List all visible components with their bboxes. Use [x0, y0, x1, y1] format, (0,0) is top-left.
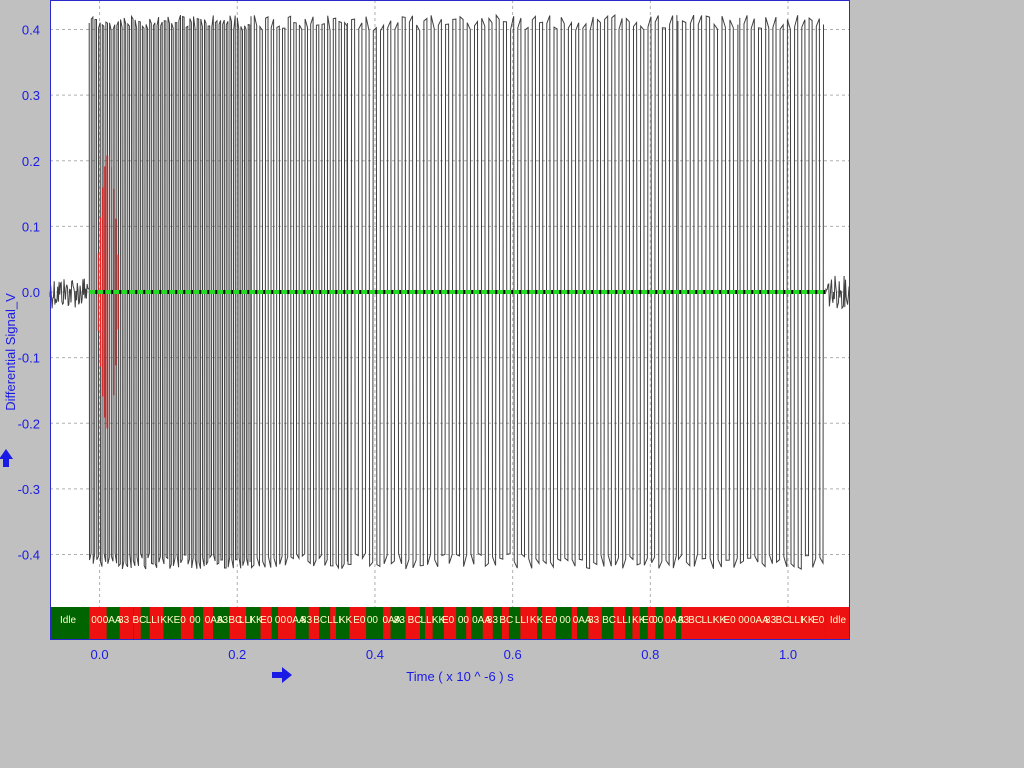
- decode-fragment: E0: [724, 615, 737, 626]
- x-tick-label: 0.6: [504, 647, 522, 662]
- decode-idle-end: Idle: [830, 615, 847, 626]
- decode-fragment: E0: [353, 615, 366, 626]
- decode-fragment: LLI: [146, 615, 160, 626]
- up-arrow-icon[interactable]: [0, 449, 13, 467]
- decode-fragment: BC: [408, 615, 422, 626]
- y-tick-label: 0.4: [22, 23, 40, 38]
- x-tick-label: 0.2: [228, 647, 246, 662]
- y-tick-label: 0.3: [22, 88, 40, 103]
- y-tick-labels: 0.4 0.3 0.2 0.1 0.0 -0.1 -0.2 -0.3 -0.4: [18, 23, 40, 563]
- y-tick-label: -0.1: [18, 351, 40, 366]
- decode-fragment: KK: [339, 615, 353, 626]
- decode-fragment: E0: [174, 615, 187, 626]
- y-tick-label: 0.0: [22, 285, 40, 300]
- decode-idle-start: Idle: [60, 615, 77, 626]
- decode-bar: 00 0AA83 BC LLI KK E0 00 0AA83 BCLLIKKE0 00 0AA83 B…: [50, 607, 850, 640]
- decode-fragment: 83: [588, 615, 600, 626]
- decode-fragment: BC: [688, 615, 702, 626]
- decode-fragment: BC: [499, 615, 513, 626]
- decode-fragment: KK: [530, 615, 544, 626]
- decode-fragment: BC: [132, 615, 146, 626]
- decode-fragment: 83: [217, 615, 229, 626]
- x-tick-labels: 0.0 0.2 0.4 0.6 0.8 1.0: [91, 647, 798, 662]
- decode-fragment: 83: [394, 615, 406, 626]
- decode-fragment: 83: [487, 615, 499, 626]
- x-tick-label: 1.0: [779, 647, 797, 662]
- x-axis-title: Time ( x 10 ^ -6 ) s: [406, 669, 514, 684]
- y-tick-label: 0.1: [22, 219, 40, 234]
- decode-fragment: 83: [301, 615, 313, 626]
- y-tick-label: -0.2: [18, 416, 40, 431]
- decode-fragment: 00: [91, 615, 103, 626]
- x-tick-label: 0.4: [366, 647, 384, 662]
- decode-fragment: 00: [367, 615, 379, 626]
- signal-chart: 00 0AA83 BC LLI KK E0 00 0AA83 BCLLIKKE0 00 0AA83 B…: [0, 0, 851, 684]
- y-axis-title: Differential Signal_V: [3, 293, 18, 411]
- decode-fragment: 00: [189, 615, 201, 626]
- decode-fragment: 83: [118, 615, 130, 626]
- decode-fragment: LLI: [617, 615, 631, 626]
- y-tick-label: 0.2: [22, 154, 40, 169]
- y-tick-label: -0.3: [18, 482, 40, 497]
- decode-fragment: LLI: [515, 615, 529, 626]
- y-tick-label: -0.4: [18, 548, 40, 563]
- decode-fragment: E0: [812, 615, 825, 626]
- decode-fragment: 00: [560, 615, 572, 626]
- decode-fragment: 00: [458, 615, 470, 626]
- decode-fragment: BC: [313, 615, 327, 626]
- right-arrow-icon[interactable]: [272, 667, 292, 683]
- decode-fragment: 00: [652, 615, 664, 626]
- decode-fragment: BC: [602, 615, 616, 626]
- x-tick-label: 0.0: [91, 647, 109, 662]
- decode-fragment: 00: [738, 615, 750, 626]
- decode-fragment: 00: [275, 615, 287, 626]
- decode-fragment: BC: [776, 615, 790, 626]
- decode-fragment: E0: [442, 615, 455, 626]
- decode-fragment: E0: [545, 615, 558, 626]
- decode-fragment: E0: [260, 615, 273, 626]
- x-tick-label: 0.8: [641, 647, 659, 662]
- decode-fragment: KK: [160, 615, 174, 626]
